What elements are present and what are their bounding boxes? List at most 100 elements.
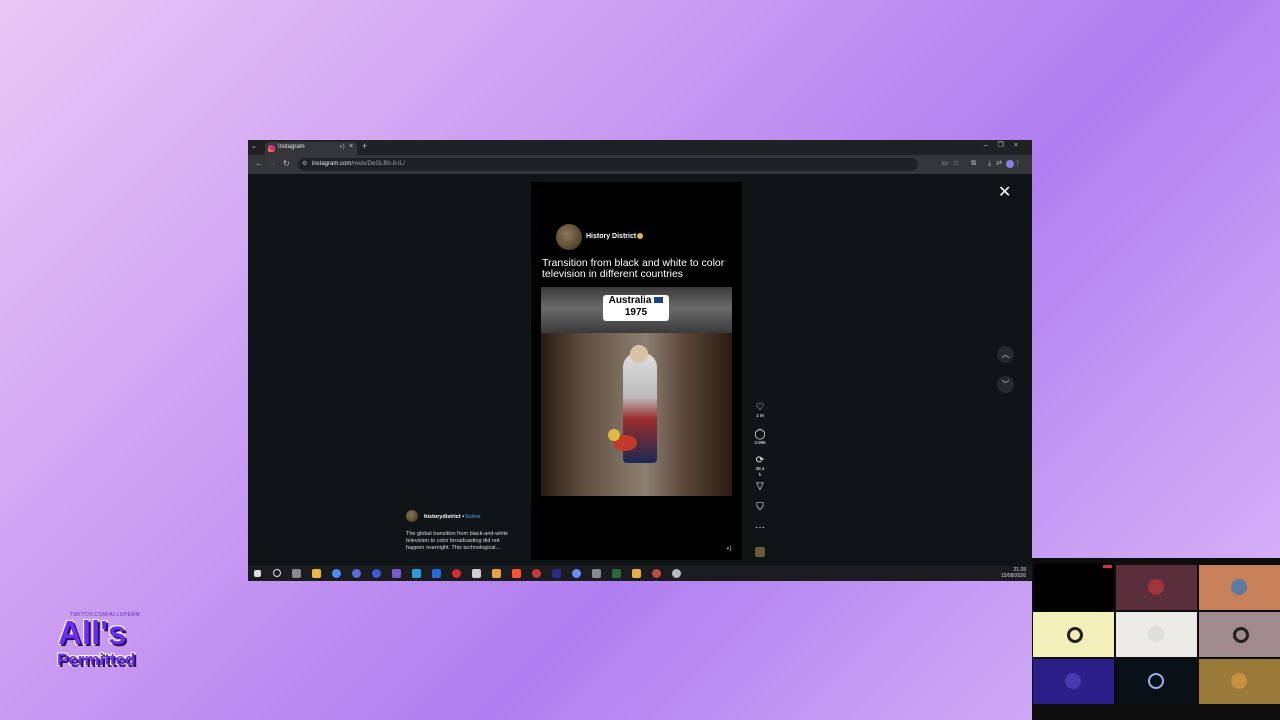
instagram-favicon-icon: [268, 145, 275, 152]
app-icon-6[interactable]: [472, 569, 481, 578]
participant-avatar: [1148, 626, 1164, 642]
window-controls[interactable]: –❐×: [984, 141, 1028, 149]
app-icon-1[interactable]: [352, 569, 361, 578]
participant-avatar: [1067, 627, 1083, 643]
account-avatar[interactable]: [556, 224, 582, 250]
chrome-icon[interactable]: [332, 569, 341, 578]
tab-strip: ⌄ Instagram ◖) × + –❐×: [248, 140, 1032, 155]
browser-toolbar: ← → ↻ ⚙ instagram.com/reels/DeGLBh-8-tL/…: [248, 155, 1032, 174]
more-action[interactable]: ···: [754, 523, 766, 533]
opera-icon[interactable]: [452, 569, 461, 578]
forward-icon[interactable]: →: [269, 159, 277, 168]
participant-avatar: [1148, 673, 1164, 689]
task-view-icon[interactable]: [292, 569, 301, 578]
comment-action[interactable]: ◯ 3.996: [754, 430, 766, 446]
participant-avatar: [1233, 627, 1249, 643]
new-tab-button[interactable]: +: [362, 141, 367, 151]
clock[interactable]: 21:28 15/08/2026: [1001, 567, 1026, 579]
close-icon[interactable]: ✕: [998, 182, 1011, 202]
recording-indicator: [1103, 565, 1112, 568]
browser-window: ⌄ Instagram ◖) × + –❐× ← → ↻ ⚙ instagram…: [248, 140, 1032, 581]
brave-icon[interactable]: [512, 569, 521, 578]
arrow-up-icon[interactable]: ︿: [997, 346, 1014, 363]
participant-grid: [1032, 558, 1280, 720]
app-icon-2[interactable]: [372, 569, 381, 578]
account-name[interactable]: History District: [586, 233, 636, 240]
video-frame[interactable]: Australia 1975: [541, 287, 732, 496]
participant-tile[interactable]: [1199, 565, 1280, 610]
app-icon-4[interactable]: [412, 569, 421, 578]
speaker-icon[interactable]: ◖): [726, 546, 732, 552]
participant-tile[interactable]: [1033, 659, 1114, 704]
app-icon-10[interactable]: [572, 569, 581, 578]
comment-icon[interactable]: ◯: [754, 430, 766, 440]
logo-line2: Permitted: [57, 650, 136, 669]
back-icon[interactable]: ←: [255, 159, 263, 168]
arrow-down-icon[interactable]: ﹀: [997, 376, 1014, 393]
url-text: instagram.com/reels/DeGLBh-8-tL/: [312, 161, 405, 167]
profile-avatar[interactable]: [1006, 160, 1014, 168]
tab-search-icon[interactable]: ⌄: [251, 142, 257, 150]
share-action[interactable]: ▽: [754, 482, 766, 492]
caption-username-text[interactable]: historydistrict: [424, 514, 461, 520]
save-action[interactable]: ⛉: [754, 503, 766, 513]
start-icon[interactable]: [254, 570, 261, 577]
tab-instagram[interactable]: Instagram ◖) ×: [265, 142, 357, 155]
caption-username[interactable]: historydistrict •: [424, 514, 464, 520]
app-icon-13[interactable]: [632, 569, 641, 578]
heart-icon[interactable]: ♡: [754, 403, 766, 413]
address-bar[interactable]: ⚙ instagram.com/reels/DeGLBh-8-tL/: [298, 158, 918, 171]
screen-share-tile: [1034, 563, 1114, 611]
tab-close-icon[interactable]: ×: [349, 143, 353, 150]
search-icon[interactable]: [273, 569, 281, 577]
follow-link[interactable]: Suivre: [465, 514, 481, 520]
more-icon[interactable]: ···: [754, 523, 766, 533]
video-year: 1975: [624, 307, 648, 318]
caption-separator: •: [462, 514, 465, 520]
reel-page: ✕ History District Transition from black…: [248, 174, 1032, 566]
video-figure-head: [630, 345, 648, 363]
share-icon[interactable]: ▽: [754, 482, 766, 492]
participant-avatar: [1148, 579, 1164, 595]
australia-flag-icon: [654, 297, 664, 304]
audio-thumbnail[interactable]: [755, 547, 765, 557]
app-icon-7[interactable]: [492, 569, 501, 578]
like-count: 2 M: [756, 413, 764, 418]
app-icon-8[interactable]: [532, 569, 541, 578]
bookmark-icon[interactable]: ⛉: [754, 503, 766, 513]
participant-avatar: [1231, 673, 1247, 689]
reel-player[interactable]: History District Transition from black a…: [531, 182, 742, 560]
app-icon-12[interactable]: [612, 569, 621, 578]
participant-tile[interactable]: [1199, 659, 1280, 704]
app-icon-11[interactable]: [592, 569, 601, 578]
participant-tile[interactable]: [1033, 612, 1114, 657]
audio-playing-icon[interactable]: ◖): [339, 144, 345, 150]
tab-title: Instagram: [278, 144, 305, 150]
repost-action[interactable]: ⟳ 38,4 k: [754, 456, 766, 478]
logo-line1: All's: [58, 614, 127, 651]
stream-logo: TWITCH.COM/ALLSPERM All's Permitted: [56, 612, 156, 672]
participant-tile[interactable]: [1116, 659, 1197, 704]
app-icon-9[interactable]: [552, 569, 561, 578]
app-icon-14[interactable]: [652, 569, 661, 578]
verified-badge-icon: [637, 233, 643, 239]
repost-count: 38,4 k: [755, 466, 765, 477]
reload-icon[interactable]: ↻: [283, 159, 290, 168]
participant-tile[interactable]: [1116, 612, 1197, 657]
site-info-icon[interactable]: ⚙: [302, 160, 307, 167]
settings-icon[interactable]: [672, 569, 681, 578]
participant-tile[interactable]: [1116, 565, 1197, 610]
app-icon-3[interactable]: [392, 569, 401, 578]
taskbar: 21:28 15/08/2026: [248, 566, 1032, 581]
repost-icon[interactable]: ⟳: [754, 456, 766, 466]
video-country-label: Australia 1975: [603, 295, 669, 321]
video-country: Australia: [608, 295, 652, 306]
caption-text[interactable]: The global transition from black-and-whi…: [406, 531, 518, 551]
app-icon-5[interactable]: [432, 569, 441, 578]
comment-count: 3.996: [754, 440, 766, 445]
like-action[interactable]: ♡ 2 M: [754, 403, 766, 419]
participant-avatar: [1231, 579, 1247, 595]
file-explorer-icon[interactable]: [312, 569, 321, 578]
participant-tile[interactable]: [1199, 612, 1280, 657]
caption-avatar[interactable]: [406, 510, 418, 522]
